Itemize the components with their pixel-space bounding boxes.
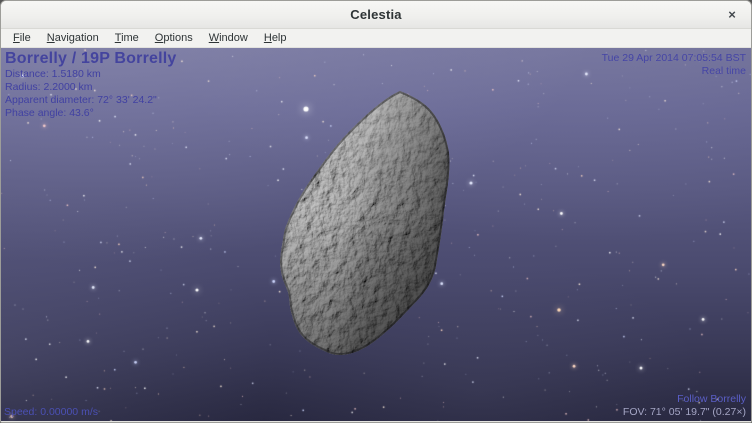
menu-file[interactable]: File xyxy=(5,30,39,47)
celestia-window: Celestia × File Navigation Time Options … xyxy=(0,0,752,423)
menu-time[interactable]: Time xyxy=(107,30,147,47)
comet-borrelly-nucleus[interactable] xyxy=(272,85,456,365)
menu-window[interactable]: Window xyxy=(201,30,256,47)
menu-bar: File Navigation Time Options Window Help xyxy=(1,29,751,48)
menu-help[interactable]: Help xyxy=(256,30,295,47)
close-icon[interactable]: × xyxy=(723,6,741,24)
render-viewport[interactable]: Borrelly / 19P Borrelly Distance: 1.5180… xyxy=(1,48,751,421)
menu-options[interactable]: Options xyxy=(147,30,201,47)
menu-navigation[interactable]: Navigation xyxy=(39,30,107,47)
title-bar[interactable]: Celestia × xyxy=(1,1,751,29)
window-title: Celestia xyxy=(350,7,401,22)
